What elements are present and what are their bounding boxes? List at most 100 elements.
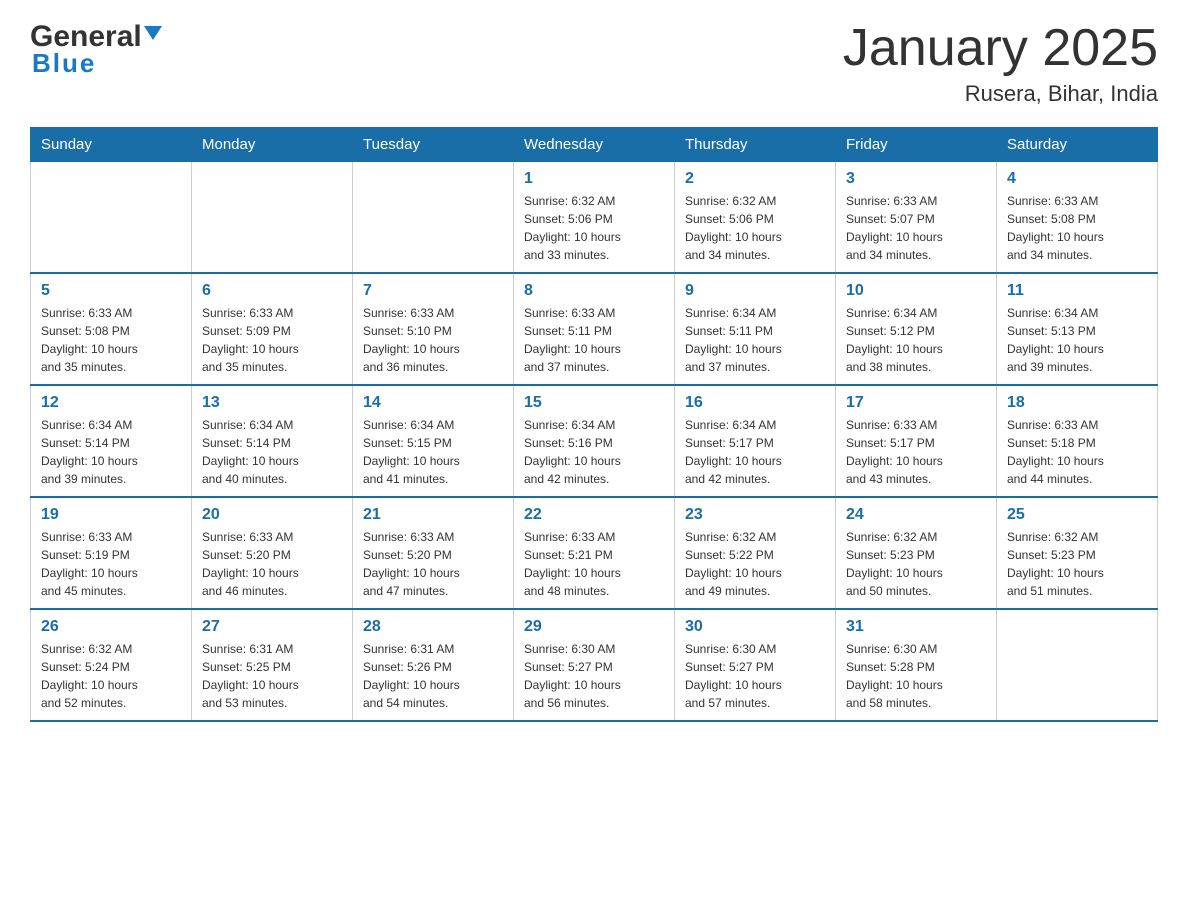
calendar-cell: 21 Sunrise: 6:33 AM Sunset: 5:20 PM Dayli…	[353, 497, 514, 609]
day-info: Sunrise: 6:30 AM Sunset: 5:27 PM Dayligh…	[524, 640, 664, 712]
day-number: 2	[685, 170, 825, 188]
day-number: 13	[202, 394, 342, 412]
page-header: General Blue January 2025 Rusera, Bihar,…	[30, 20, 1158, 107]
calendar-cell: 15 Sunrise: 6:34 AM Sunset: 5:16 PM Dayli…	[514, 385, 675, 497]
calendar-cell: 12 Sunrise: 6:34 AM Sunset: 5:14 PM Dayli…	[31, 385, 192, 497]
calendar-cell: 22 Sunrise: 6:33 AM Sunset: 5:21 PM Dayli…	[514, 497, 675, 609]
day-info: Sunrise: 6:32 AM Sunset: 5:23 PM Dayligh…	[1007, 528, 1147, 600]
day-number: 8	[524, 282, 664, 300]
day-number: 21	[363, 506, 503, 524]
day-info: Sunrise: 6:32 AM Sunset: 5:24 PM Dayligh…	[41, 640, 181, 712]
calendar-cell: 2 Sunrise: 6:32 AM Sunset: 5:06 PM Daylig…	[675, 162, 836, 274]
day-info: Sunrise: 6:33 AM Sunset: 5:09 PM Dayligh…	[202, 304, 342, 376]
day-of-week-header: Sunday	[31, 128, 192, 162]
day-info: Sunrise: 6:34 AM Sunset: 5:15 PM Dayligh…	[363, 416, 503, 488]
day-number: 14	[363, 394, 503, 412]
day-info: Sunrise: 6:33 AM Sunset: 5:20 PM Dayligh…	[363, 528, 503, 600]
day-info: Sunrise: 6:32 AM Sunset: 5:06 PM Dayligh…	[524, 192, 664, 264]
day-of-week-header: Tuesday	[353, 128, 514, 162]
day-info: Sunrise: 6:33 AM Sunset: 5:17 PM Dayligh…	[846, 416, 986, 488]
calendar-cell: 8Sunrise: 6:33 AM Sunset: 5:11 PM Daylig…	[514, 273, 675, 385]
calendar-cell: 11 Sunrise: 6:34 AM Sunset: 5:13 PM Dayli…	[997, 273, 1158, 385]
calendar-cell: 30 Sunrise: 6:30 AM Sunset: 5:27 PM Dayli…	[675, 609, 836, 721]
day-info: Sunrise: 6:34 AM Sunset: 5:13 PM Dayligh…	[1007, 304, 1147, 376]
day-number: 27	[202, 618, 342, 636]
day-of-week-header: Monday	[192, 128, 353, 162]
calendar-cell: 13 Sunrise: 6:34 AM Sunset: 5:14 PM Dayli…	[192, 385, 353, 497]
day-number: 19	[41, 506, 181, 524]
day-number: 29	[524, 618, 664, 636]
day-number: 3	[846, 170, 986, 188]
day-info: Sunrise: 6:32 AM Sunset: 5:23 PM Dayligh…	[846, 528, 986, 600]
calendar-cell: 23 Sunrise: 6:32 AM Sunset: 5:22 PM Dayli…	[675, 497, 836, 609]
day-info: Sunrise: 6:33 AM Sunset: 5:07 PM Dayligh…	[846, 192, 986, 264]
day-info: Sunrise: 6:30 AM Sunset: 5:28 PM Dayligh…	[846, 640, 986, 712]
day-number: 30	[685, 618, 825, 636]
calendar-cell: 14 Sunrise: 6:34 AM Sunset: 5:15 PM Dayli…	[353, 385, 514, 497]
calendar-header-row: SundayMondayTuesdayWednesdayThursdayFrid…	[31, 128, 1158, 162]
day-info: Sunrise: 6:34 AM Sunset: 5:14 PM Dayligh…	[202, 416, 342, 488]
day-info: Sunrise: 6:32 AM Sunset: 5:06 PM Dayligh…	[685, 192, 825, 264]
calendar-cell: 7Sunrise: 6:33 AM Sunset: 5:10 PM Daylig…	[353, 273, 514, 385]
day-info: Sunrise: 6:33 AM Sunset: 5:08 PM Dayligh…	[1007, 192, 1147, 264]
calendar-cell: 24 Sunrise: 6:32 AM Sunset: 5:23 PM Dayli…	[836, 497, 997, 609]
calendar-week-row: 19Sunrise: 6:33 AM Sunset: 5:19 PM Dayli…	[31, 497, 1158, 609]
day-info: Sunrise: 6:30 AM Sunset: 5:27 PM Dayligh…	[685, 640, 825, 712]
day-info: Sunrise: 6:33 AM Sunset: 5:21 PM Dayligh…	[524, 528, 664, 600]
day-number: 16	[685, 394, 825, 412]
calendar-cell	[997, 609, 1158, 721]
calendar-cell	[192, 162, 353, 274]
calendar-week-row: 26Sunrise: 6:32 AM Sunset: 5:24 PM Dayli…	[31, 609, 1158, 721]
calendar-subtitle: Rusera, Bihar, India	[843, 81, 1158, 107]
day-info: Sunrise: 6:31 AM Sunset: 5:25 PM Dayligh…	[202, 640, 342, 712]
calendar-cell: 1 Sunrise: 6:32 AM Sunset: 5:06 PM Daylig…	[514, 162, 675, 274]
day-of-week-header: Friday	[836, 128, 997, 162]
day-of-week-header: Thursday	[675, 128, 836, 162]
logo: General Blue	[30, 20, 164, 79]
day-number: 1	[524, 170, 664, 188]
day-number: 4	[1007, 170, 1147, 188]
day-info: Sunrise: 6:34 AM Sunset: 5:14 PM Dayligh…	[41, 416, 181, 488]
day-info: Sunrise: 6:33 AM Sunset: 5:20 PM Dayligh…	[202, 528, 342, 600]
calendar-cell: 4 Sunrise: 6:33 AM Sunset: 5:08 PM Daylig…	[997, 162, 1158, 274]
day-number: 18	[1007, 394, 1147, 412]
logo-arrow-icon	[142, 22, 164, 49]
calendar-title: January 2025	[843, 20, 1158, 77]
day-number: 5	[41, 282, 181, 300]
day-number: 12	[41, 394, 181, 412]
day-info: Sunrise: 6:33 AM Sunset: 5:08 PM Dayligh…	[41, 304, 181, 376]
calendar-week-row: 12 Sunrise: 6:34 AM Sunset: 5:14 PM Dayli…	[31, 385, 1158, 497]
day-number: 15	[524, 394, 664, 412]
calendar-cell	[31, 162, 192, 274]
calendar-cell: 18Sunrise: 6:33 AM Sunset: 5:18 PM Dayli…	[997, 385, 1158, 497]
calendar-cell: 5 Sunrise: 6:33 AM Sunset: 5:08 PM Daylig…	[31, 273, 192, 385]
calendar-cell: 28Sunrise: 6:31 AM Sunset: 5:26 PM Dayli…	[353, 609, 514, 721]
day-info: Sunrise: 6:34 AM Sunset: 5:16 PM Dayligh…	[524, 416, 664, 488]
day-number: 31	[846, 618, 986, 636]
day-number: 7	[363, 282, 503, 300]
day-number: 20	[202, 506, 342, 524]
calendar-cell: 10 Sunrise: 6:34 AM Sunset: 5:12 PM Dayli…	[836, 273, 997, 385]
day-number: 23	[685, 506, 825, 524]
day-number: 10	[846, 282, 986, 300]
calendar-cell: 25Sunrise: 6:32 AM Sunset: 5:23 PM Dayli…	[997, 497, 1158, 609]
day-info: Sunrise: 6:34 AM Sunset: 5:11 PM Dayligh…	[685, 304, 825, 376]
calendar-week-row: 5 Sunrise: 6:33 AM Sunset: 5:08 PM Daylig…	[31, 273, 1158, 385]
day-number: 28	[363, 618, 503, 636]
calendar-cell: 3 Sunrise: 6:33 AM Sunset: 5:07 PM Daylig…	[836, 162, 997, 274]
day-number: 17	[846, 394, 986, 412]
day-info: Sunrise: 6:34 AM Sunset: 5:17 PM Dayligh…	[685, 416, 825, 488]
calendar-cell: 26Sunrise: 6:32 AM Sunset: 5:24 PM Dayli…	[31, 609, 192, 721]
calendar-cell: 9 Sunrise: 6:34 AM Sunset: 5:11 PM Daylig…	[675, 273, 836, 385]
day-number: 24	[846, 506, 986, 524]
calendar-table: SundayMondayTuesdayWednesdayThursdayFrid…	[30, 127, 1158, 722]
day-number: 11	[1007, 282, 1147, 300]
day-info: Sunrise: 6:32 AM Sunset: 5:22 PM Dayligh…	[685, 528, 825, 600]
logo-blue-text: Blue	[30, 48, 96, 79]
day-number: 22	[524, 506, 664, 524]
calendar-cell: 20 Sunrise: 6:33 AM Sunset: 5:20 PM Dayli…	[192, 497, 353, 609]
day-number: 9	[685, 282, 825, 300]
calendar-cell: 16 Sunrise: 6:34 AM Sunset: 5:17 PM Dayli…	[675, 385, 836, 497]
day-info: Sunrise: 6:34 AM Sunset: 5:12 PM Dayligh…	[846, 304, 986, 376]
calendar-cell: 31 Sunrise: 6:30 AM Sunset: 5:28 PM Dayli…	[836, 609, 997, 721]
